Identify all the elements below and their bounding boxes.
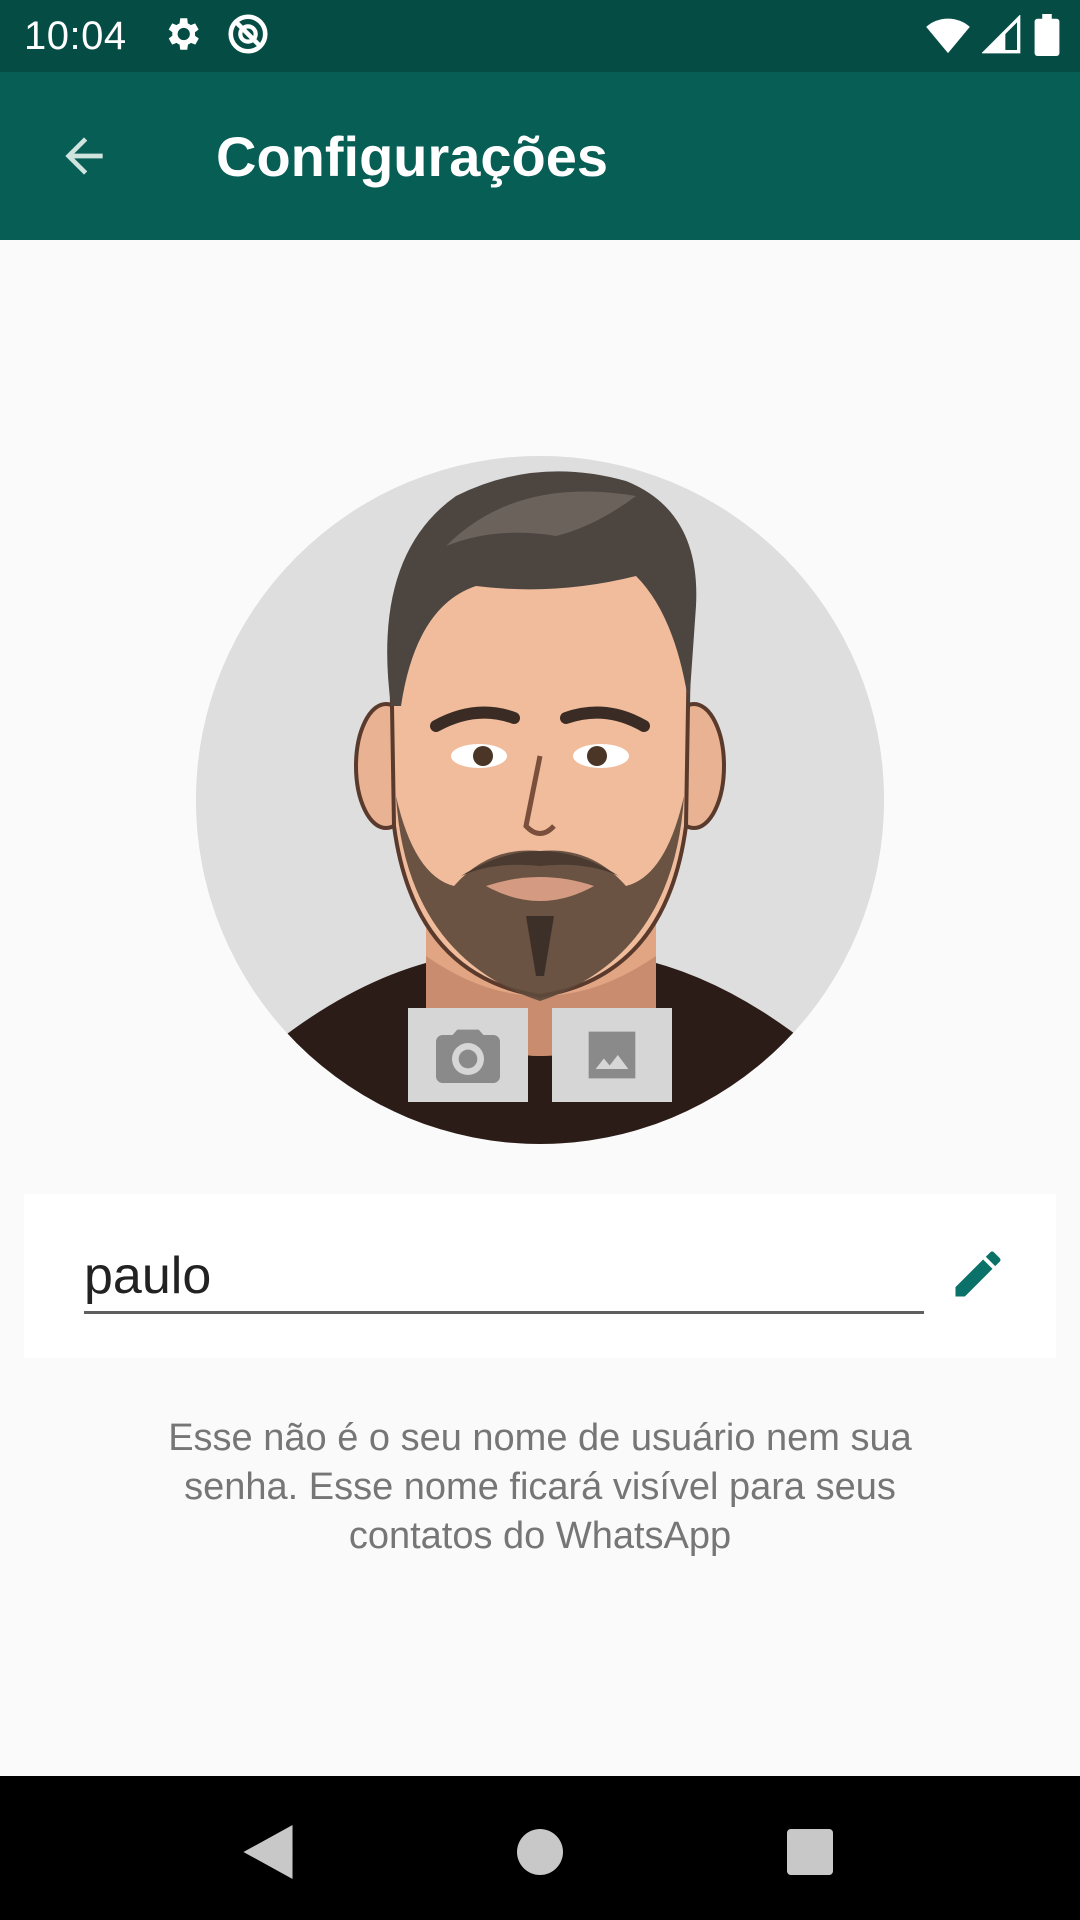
camera-button[interactable] (408, 1008, 528, 1102)
page-title: Configurações (216, 124, 609, 188)
battery-icon (1034, 14, 1060, 61)
nav-home-button[interactable] (500, 1812, 580, 1892)
gallery-button[interactable] (552, 1008, 672, 1102)
name-input[interactable] (84, 1240, 924, 1314)
arrow-back-icon (65, 137, 103, 175)
profile-avatar[interactable] (196, 456, 884, 1144)
signal-icon (981, 14, 1022, 60)
app-bar: Configurações (0, 72, 1080, 240)
back-triangle-icon (243, 1825, 293, 1879)
name-hint-text: Esse não é o seu nome de usuário nem sua… (168, 1417, 912, 1557)
name-card (24, 1194, 1056, 1358)
system-nav-bar (0, 1776, 1080, 1920)
wifi-icon (926, 15, 970, 60)
recents-square-icon (787, 1829, 833, 1875)
home-circle-icon (517, 1829, 563, 1875)
status-bar: 10:04 (0, 0, 1080, 72)
image-icon (588, 1031, 636, 1079)
edit-name-button[interactable] (938, 1234, 1018, 1314)
status-time: 10:04 (24, 13, 127, 58)
pencil-icon (955, 1251, 1001, 1297)
camera-icon (436, 1029, 500, 1083)
nav-recents-button[interactable] (770, 1812, 850, 1892)
settings-icon (161, 13, 203, 60)
back-button[interactable] (34, 106, 134, 206)
no-data-icon (225, 11, 271, 62)
nav-back-button[interactable] (228, 1812, 308, 1892)
